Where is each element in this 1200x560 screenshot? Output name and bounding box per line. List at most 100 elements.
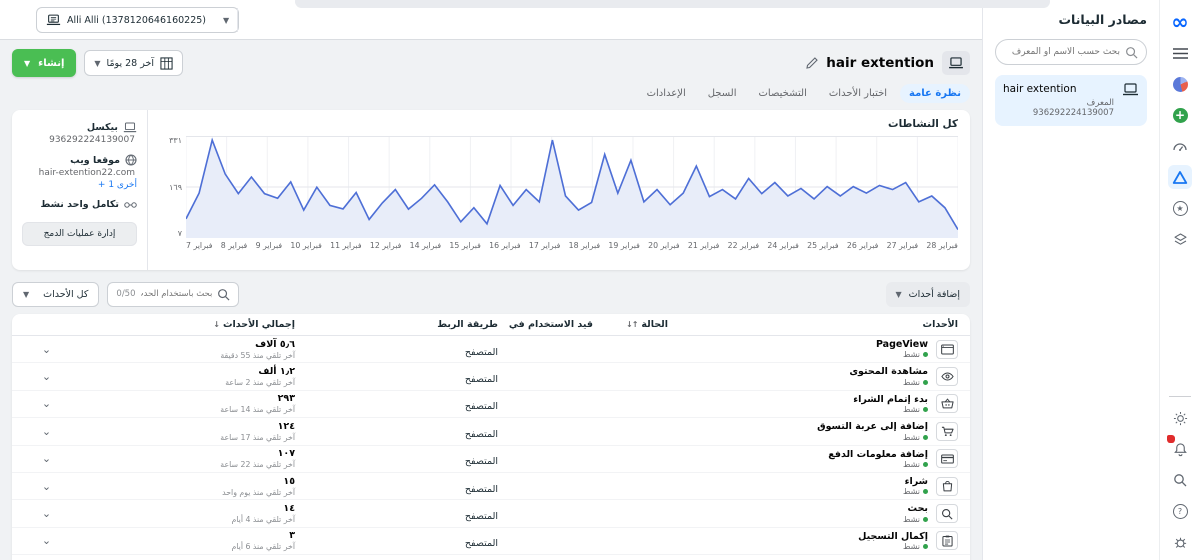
- event-total: ١٠٧: [278, 448, 295, 459]
- account-selector[interactable]: ▼ Alli Alli (1378120646160225): [36, 7, 239, 33]
- event-name: بحث: [908, 503, 928, 514]
- event-total: ٢٩٣: [278, 393, 295, 404]
- x-tick-label: فبراير 10: [290, 241, 321, 250]
- calendar-grid-icon: [160, 57, 173, 70]
- integration-label: تكامل واحد نشط: [40, 199, 119, 210]
- expand-chevron-icon[interactable]: ⌄: [42, 508, 51, 519]
- x-tick-label: فبراير 28: [926, 241, 957, 250]
- events-manager-icon[interactable]: [1168, 165, 1192, 189]
- column-status[interactable]: الحالة: [641, 319, 668, 330]
- performance-gauge-icon[interactable]: [1168, 134, 1192, 158]
- search-input[interactable]: [1004, 47, 1120, 57]
- tab-history[interactable]: السجل: [699, 84, 746, 103]
- create-button[interactable]: إنشاء ▼: [12, 49, 76, 77]
- chart-plot-area[interactable]: [186, 136, 958, 238]
- event-name: مشاهدة المحتوى: [849, 366, 928, 377]
- pixel-id-value: 936292224139007: [22, 135, 135, 145]
- rail-divider: [1169, 396, 1191, 397]
- chart-y-axis: ٣٣١١٦٩٧: [160, 136, 186, 238]
- eye-icon: [936, 367, 958, 386]
- x-tick-label: فبراير 15: [449, 241, 480, 250]
- tab-test-events[interactable]: اختبار الأحداث: [820, 84, 896, 103]
- websites-label: موقعا ويب: [70, 155, 120, 166]
- table-row: مشاهدة المحتوى نشط المتصفح ١٫٢ ألف آخر ت…: [12, 363, 970, 390]
- expand-chevron-icon[interactable]: ⌄: [42, 453, 51, 464]
- column-used-in[interactable]: قيد الاستخدام في: [498, 319, 593, 330]
- settings-gear-icon[interactable]: [1168, 406, 1192, 430]
- help-icon[interactable]: ?: [1168, 499, 1192, 523]
- search-icon: [936, 504, 958, 523]
- date-range-selector[interactable]: آخر 28 يومًا ▼: [84, 50, 183, 76]
- x-tick-label: فبراير 21: [688, 241, 719, 250]
- edit-pencil-icon[interactable]: [806, 57, 818, 69]
- expand-chevron-icon[interactable]: ⌄: [42, 371, 51, 382]
- ads-reporting-icon[interactable]: [1168, 72, 1192, 96]
- status-badge: نشط: [903, 515, 920, 524]
- status-dot: [923, 462, 928, 467]
- column-events[interactable]: الأحداث: [668, 319, 958, 330]
- expand-chevron-icon[interactable]: ⌄: [42, 344, 51, 355]
- expand-chevron-icon[interactable]: ⌄: [42, 535, 51, 546]
- event-name: إكمال التسجيل: [858, 531, 928, 542]
- status-badge: نشط: [903, 542, 920, 551]
- tab-settings[interactable]: الإعدادات: [638, 84, 695, 103]
- sort-desc-icon[interactable]: ↓: [213, 320, 219, 329]
- connection-method: المتصفح: [465, 347, 498, 358]
- event-total: ١٫٢ ألف: [258, 366, 295, 377]
- event-type-filter[interactable]: كل الأحداث ▼: [12, 282, 99, 307]
- content: hair extention آخر 28 يومًا ▼ إنشاء: [0, 40, 982, 560]
- event-total: ٥٫٦ آلاف: [255, 339, 295, 350]
- search-icon: [1125, 46, 1138, 59]
- data-sources-sidebar: مصادر البيانات hair extention المعرف 936…: [982, 0, 1160, 560]
- more-websites-link[interactable]: + 1 أخرى: [22, 180, 137, 190]
- expand-chevron-icon[interactable]: ⌄: [42, 426, 51, 437]
- x-tick-label: فبراير 24: [767, 241, 798, 250]
- chevron-down-icon: ▼: [896, 290, 902, 299]
- notifications-bell-icon[interactable]: [1168, 437, 1192, 461]
- column-connection-method[interactable]: طريقة الربط: [383, 319, 498, 330]
- chart-x-axis: فبراير 7فبراير 8فبراير 9فبراير 10فبراير …: [186, 241, 958, 250]
- clipboard-icon: [936, 531, 958, 550]
- y-tick-label: ٣٣١: [169, 136, 182, 145]
- x-tick-label: فبراير 26: [847, 241, 878, 250]
- event-total: ١٢٤: [278, 421, 295, 432]
- add-events-button[interactable]: إضافة أحداث ▼: [886, 282, 971, 307]
- column-total-events[interactable]: إجمالي الأحداث: [223, 319, 295, 330]
- meta-logo-icon[interactable]: ∞: [1168, 10, 1192, 34]
- table-row: إضافة معلومات الدفع نشط المتصفح ١٠٧ آخر …: [12, 446, 970, 473]
- event-search[interactable]: 0/50: [107, 282, 239, 307]
- chart-title: كل النشاطات: [160, 118, 958, 130]
- data-source-search[interactable]: [995, 39, 1147, 65]
- layers-icon[interactable]: [1168, 227, 1192, 251]
- star-circle-icon[interactable]: ★: [1168, 196, 1192, 220]
- event-search-input[interactable]: [141, 289, 213, 299]
- pixel-type-icon: [942, 51, 970, 75]
- table-row: بدء إتمام الشراء نشط المتصفح ٢٩٣ آخر تلق…: [12, 391, 970, 418]
- tabs: نظرة عامةاختبار الأحداثالتشخيصاتالسجلالإ…: [12, 80, 970, 106]
- data-source-item-selected[interactable]: hair extention المعرف 936292224139007: [995, 75, 1147, 126]
- add-events-label: إضافة أحداث: [909, 289, 960, 300]
- manage-integrations-button[interactable]: إدارة عمليات الدمج: [22, 222, 137, 246]
- last-received: آخر تلقي منذ 6 أيام: [231, 542, 295, 551]
- search-icon[interactable]: [1168, 468, 1192, 492]
- menu-icon[interactable]: [1168, 41, 1192, 65]
- table-row: إضافة إلى عربة التسوق نشط المتصفح ١٢٤ آخ…: [12, 418, 970, 445]
- x-tick-label: فبراير 9: [256, 241, 282, 250]
- status-dot: [923, 544, 928, 549]
- date-range-label: آخر 28 يومًا: [107, 58, 154, 69]
- tab-overview[interactable]: نظرة عامة: [900, 84, 970, 103]
- account-label: Alli Alli (1378120646160225): [67, 15, 206, 26]
- tab-diagnostics[interactable]: التشخيصات: [750, 84, 816, 103]
- status-dot: [923, 407, 928, 412]
- last-received: آخر تلقي منذ 2 ساعة: [225, 378, 295, 387]
- create-plus-icon[interactable]: +: [1168, 103, 1192, 127]
- sort-both-icon[interactable]: ↑↓: [626, 320, 637, 329]
- table-header: الأحداث الحالة ↑↓ قيد الاستخدام في طريقة…: [12, 314, 970, 336]
- x-tick-label: فبراير 22: [728, 241, 759, 250]
- event-total: ٣: [289, 530, 295, 541]
- y-tick-label: ١٦٩: [169, 183, 182, 192]
- expand-chevron-icon[interactable]: ⌄: [42, 481, 51, 492]
- event-name: إضافة إلى عربة التسوق: [817, 421, 928, 432]
- bug-report-icon[interactable]: [1168, 530, 1192, 554]
- expand-chevron-icon[interactable]: ⌄: [42, 398, 51, 409]
